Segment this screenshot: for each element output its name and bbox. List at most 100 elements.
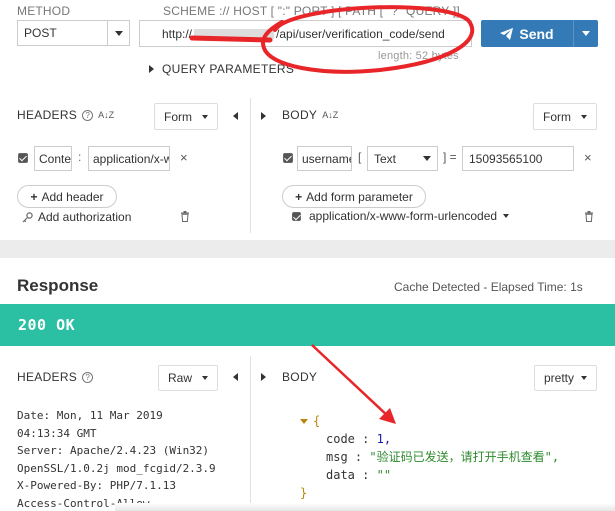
content-type-select[interactable]: application/x-www-form-urlencoded [309, 209, 510, 223]
req-body-title-text: BODY [282, 108, 318, 122]
annotation-arrow-shaft [311, 344, 391, 419]
collapse-right-icon[interactable] [261, 112, 266, 120]
resp-headers-mode-select[interactable]: Raw [158, 365, 218, 391]
query-params-label: QUERY PARAMETERS [162, 62, 295, 76]
chevron-down-icon [202, 376, 208, 380]
collapse-json-icon[interactable] [300, 418, 308, 424]
chevron-down-icon [581, 376, 587, 380]
json-key: code [326, 432, 355, 446]
chevron-down-icon [423, 156, 431, 161]
sort-icon[interactable]: A↓Z [98, 110, 114, 120]
column-divider [250, 98, 251, 233]
url-path: /api/user/verification_code/send [276, 26, 445, 41]
bracket-close-equals: ] = [443, 150, 457, 164]
chevron-down-icon [202, 114, 208, 119]
method-value: POST [24, 26, 57, 40]
url-prefix: http:// [162, 26, 193, 41]
collapse-right-icon[interactable] [261, 373, 266, 381]
chevron-down-icon [503, 214, 510, 218]
method-label: METHOD [17, 4, 71, 18]
req-body-mode-label: Form [543, 109, 571, 124]
req-headers-mode-select[interactable]: Form [154, 103, 218, 130]
collapse-left-icon[interactable] [233, 373, 238, 381]
trash-icon[interactable] [180, 211, 190, 222]
add-authorization-link[interactable]: Add authorization [22, 210, 131, 224]
req-headers-title-text: HEADERS [17, 108, 78, 122]
content-type-checkbox[interactable] [292, 212, 301, 221]
header-separator: : [78, 150, 82, 164]
url-length: length: 52 bytes [378, 50, 459, 62]
resp-headers-title: HEADERS ? [17, 370, 94, 384]
section-separator [0, 240, 615, 258]
json-data-line: data : "" [326, 468, 392, 482]
body-row-checkbox[interactable] [283, 153, 293, 163]
chevron-down-icon [582, 31, 590, 36]
body-param-type-select[interactable]: Text [367, 146, 438, 171]
json-key: data [326, 468, 355, 482]
method-select[interactable]: POST [17, 20, 130, 46]
bottom-blur [115, 503, 615, 511]
help-icon[interactable]: ? [82, 371, 94, 383]
req-body-mode-select[interactable]: Form [533, 103, 597, 130]
header-name-input[interactable]: Content-Type [34, 146, 72, 171]
chevron-down-icon [107, 21, 129, 45]
chevron-right-icon [149, 65, 154, 73]
json-close-brace: } [300, 486, 308, 500]
content-type-label: application/x-www-form-urlencoded [309, 209, 498, 223]
json-key: msg [326, 450, 348, 464]
add-form-parameter-button[interactable]: + Add form parameter [282, 185, 426, 208]
req-headers-mode-label: Form [164, 109, 192, 124]
trash-icon[interactable] [584, 211, 594, 222]
raw-header-line: OpenSSL/1.0.2j mod_fcgid/2.3.9 [17, 461, 216, 475]
column-divider [250, 356, 251, 511]
resp-body-mode-label: pretty [544, 371, 575, 385]
json-value-number: 1, [376, 432, 392, 446]
plus-icon: + [295, 189, 303, 204]
paper-plane-icon [500, 27, 514, 40]
header-value-input[interactable]: application/x-www-form-urlencoded [88, 146, 170, 171]
json-value-string: "验证码已发送，请打开手机查看", [369, 450, 560, 464]
add-authorization-label: Add authorization [38, 210, 132, 224]
bracket-open: [ [358, 150, 362, 164]
help-icon[interactable]: ? [82, 109, 94, 121]
url-host-redacted [194, 28, 275, 39]
json-value-string: "" [376, 468, 392, 482]
body-param-name-input[interactable]: username [297, 146, 352, 171]
add-header-label: Add header [41, 189, 104, 204]
resp-body-title: BODY [282, 370, 318, 384]
cache-info: Cache Detected - Elapsed Time: 1s [394, 280, 583, 294]
raw-header-line: Date: Mon, 11 Mar 2019 [17, 409, 163, 422]
remove-header-icon[interactable]: × [180, 150, 188, 165]
resp-body-mode-select[interactable]: pretty [534, 365, 597, 391]
add-header-button[interactable]: + Add header [17, 185, 117, 208]
json-open-line[interactable]: { [300, 412, 559, 430]
req-body-title: BODY A↓Z [282, 108, 338, 122]
query-params-toggle[interactable]: QUERY PARAMETERS [149, 62, 294, 76]
remove-param-icon[interactable]: × [584, 150, 592, 165]
collapse-left-icon[interactable] [233, 112, 238, 120]
send-options-button[interactable] [573, 20, 598, 47]
raw-header-line: X-Powered-By: PHP/7.1.13 [17, 479, 176, 492]
send-button[interactable]: Send [481, 20, 598, 47]
key-icon [22, 211, 33, 222]
body-param-value-input[interactable]: 15093565100 [462, 146, 574, 171]
raw-headers: Date: Mon, 11 Mar 2019 04:13:34 GMT Serv… [17, 407, 216, 511]
response-title: Response [17, 276, 99, 295]
header-row-checkbox[interactable] [18, 153, 28, 163]
body-param-type-label: Text [374, 151, 397, 166]
url-input[interactable]: http:// /api/user/verification_code/send [139, 20, 472, 47]
status-bar: 200 OK [0, 304, 615, 346]
chevron-down-icon [581, 114, 587, 119]
raw-header-line: 04:13:34 GMT [17, 426, 97, 440]
json-body: { code : 1, msg : "验证码已发送，请打开手机查看", data… [300, 412, 559, 502]
resp-headers-mode-label: Raw [168, 371, 193, 385]
raw-header-line: Server: Apache/2.4.23 (Win32) [17, 444, 210, 457]
status-code: 200 OK [18, 316, 76, 334]
json-msg-line: msg : "验证码已发送，请打开手机查看", [326, 450, 560, 464]
url-label: SCHEME :// HOST [ ":" PORT ] [ PATH [ "?… [163, 4, 460, 18]
json-code-line: code : 1, [326, 432, 392, 446]
req-headers-title: HEADERS ? A↓Z [17, 108, 114, 122]
json-open-brace: { [313, 414, 321, 428]
add-form-parameter-label: Add form parameter [306, 189, 413, 204]
sort-icon[interactable]: A↓Z [322, 110, 338, 120]
